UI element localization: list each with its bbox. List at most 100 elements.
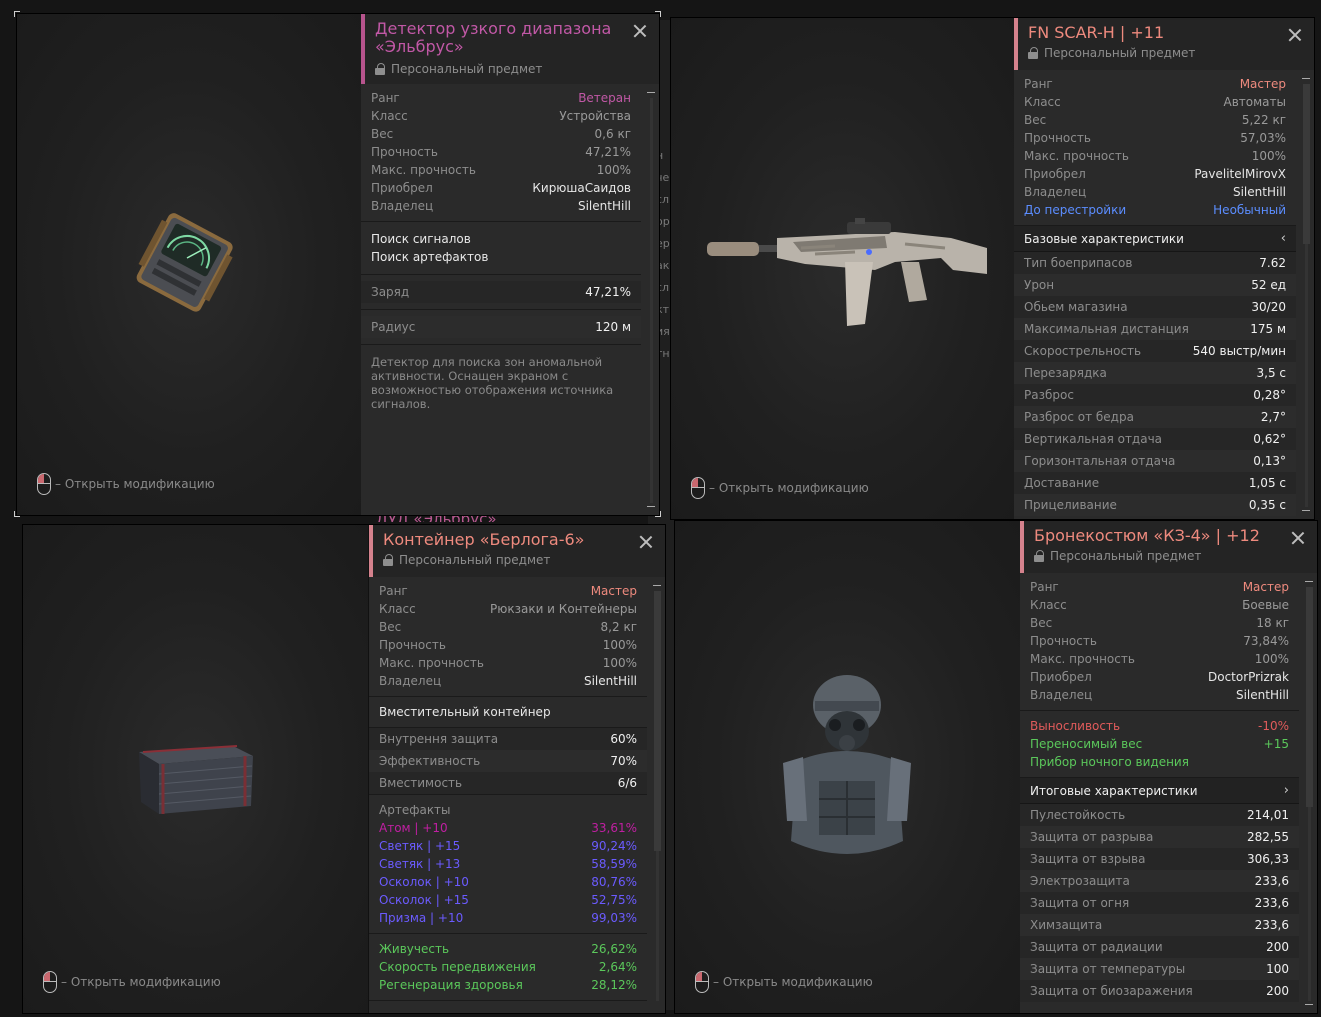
row-value: 18 кг <box>1256 616 1289 630</box>
personal-item-label: Персональный предмет <box>383 553 635 567</box>
info-row: Вес 0,6 кг <box>371 125 631 143</box>
info-row: Макс. прочность 100% <box>379 654 637 672</box>
info-row: Прочность 57,03% <box>1024 129 1286 147</box>
row-value: Автоматы <box>1223 95 1286 109</box>
row-label: Разброс <box>1024 388 1074 402</box>
item-info-scroll[interactable]: Ранг Мастер Класс Автоматы Вес 5,22 кг Прочнос… <box>1014 70 1296 519</box>
row-value: 52,75% <box>591 893 637 907</box>
item-info-panel: Контейнер «Берлога-6» Персональный предм… <box>369 525 665 1013</box>
stat-row: Максимальная дистанция 175 м <box>1014 318 1296 340</box>
item-title: FN SCAR-H | +11 <box>1028 23 1165 42</box>
scrollbar[interactable] <box>1305 577 1313 1009</box>
row-value: 1,05 с <box>1248 476 1286 490</box>
stat-row: Перезарядка 3,5 с <box>1014 362 1296 384</box>
stat-row: Внутрення защита 60% <box>369 728 647 750</box>
row-label: Скорострельность <box>1024 344 1142 358</box>
row-value: Мастер <box>1242 580 1289 594</box>
open-modification-hint[interactable]: – Открыть модификацию <box>37 473 215 495</box>
base-stats-list: Тип боеприпасов 7.62 Урон 52 ед Обьем магази… <box>1014 252 1296 516</box>
row-label: Осколок | +10 <box>379 875 469 889</box>
item-info-scroll[interactable]: Ранг Мастер Класс Рюкзаки и Контейнеры Вес 8,… <box>369 577 647 1013</box>
info-row: Вес 18 кг <box>1030 614 1289 632</box>
row-label: Переносимый вес <box>1030 737 1143 751</box>
lock-icon <box>375 63 385 75</box>
row-label: Макс. прочность <box>371 163 476 177</box>
selection-corner <box>14 11 20 17</box>
row-value: 0,62° <box>1253 432 1286 446</box>
row-value: 80,76% <box>591 875 637 889</box>
artifacts-title: Артефакты <box>379 803 451 817</box>
info-row: Приобрел КирюшаСаидов <box>371 179 631 197</box>
row-label: Эффективность <box>379 754 481 768</box>
row-value: 100% <box>1254 652 1289 666</box>
scroll-thumb[interactable] <box>1303 84 1310 244</box>
open-modification-hint[interactable]: – Открыть модификацию <box>691 477 869 499</box>
scroll-cap-top <box>647 92 655 93</box>
row-label: Атом | +10 <box>379 821 448 835</box>
row-label: Вертикальная отдача <box>1024 432 1163 446</box>
base-stats-toggle[interactable]: Базовые характеристики ‹ <box>1014 226 1296 252</box>
item-card-container: – Открыть модификацию Контейнер «Берлога… <box>22 524 666 1014</box>
row-value: 100% <box>602 656 637 670</box>
artifact-row: Светяк | +13 58,59% <box>379 855 637 873</box>
row-label: Вес <box>379 620 402 634</box>
scrollbar[interactable] <box>653 581 661 1009</box>
lock-icon <box>1034 550 1044 562</box>
scroll-cap-top <box>1302 78 1310 79</box>
scroll-cap-bottom <box>1305 1004 1313 1005</box>
row-value: 6/6 <box>617 776 637 790</box>
open-modification-hint[interactable]: – Открыть модификацию <box>695 971 873 993</box>
artifact-row: Осколок | +10 80,76% <box>379 873 637 891</box>
row-value: КирюшаСаидов <box>532 181 631 195</box>
item-info-scroll[interactable]: Ранг Ветеран Класс Устройства Вес 0,6 кг Прочн… <box>361 84 641 515</box>
item-header: Контейнер «Берлога-6» Персональный предм… <box>369 525 665 577</box>
scrollbar[interactable] <box>647 88 655 511</box>
artifact-row: Призма | +10 99,03% <box>379 909 637 927</box>
stat-row: Защита от биозаражения 200 <box>1020 980 1299 1002</box>
scrollbar[interactable] <box>1302 74 1310 515</box>
info-section: Ранг Мастер Класс Автоматы Вес 5,22 кг Прочнос… <box>1014 70 1296 226</box>
row-label: Приобрел <box>1024 167 1086 181</box>
row-label: Класс <box>1030 598 1067 612</box>
final-stats-toggle[interactable]: Итоговые характеристики › <box>1020 778 1299 804</box>
stat-row: Защита от радиации 200 <box>1020 936 1299 958</box>
row-label: Защита от разрыва <box>1030 830 1154 844</box>
stat-row: Обьем магазина 30/20 <box>1014 296 1296 318</box>
container-box-icon <box>139 745 253 814</box>
item-info-panel: Бронекостюм «КЗ-4» | +12 Персональный пр… <box>1020 521 1317 1013</box>
row-value: 58,59% <box>591 857 637 871</box>
stat-row: Разброс 0,28° <box>1014 384 1296 406</box>
row-value: 233,6 <box>1254 896 1289 910</box>
close-button[interactable] <box>1288 28 1302 42</box>
lock-icon <box>1028 47 1038 59</box>
row-value: +15 <box>1263 737 1289 751</box>
item-info-scroll[interactable]: Ранг Мастер Класс Боевые Вес 18 кг Прочность 73… <box>1020 573 1299 1013</box>
stat-row: Вертикальная отдача 0,62° <box>1014 428 1296 450</box>
row-label: Обьем магазина <box>1024 300 1128 314</box>
info-row: Класс Рюкзаки и Контейнеры <box>379 600 637 618</box>
row-label: Класс <box>379 602 416 616</box>
stat-row: Горизонтальная отдача 0,13° <box>1014 450 1296 472</box>
subtitle-text: Персональный предмет <box>1050 549 1202 563</box>
close-button[interactable] <box>1291 531 1305 545</box>
armor-suit-icon <box>783 675 911 854</box>
stat-row: Доставание 1,05 с <box>1014 472 1296 494</box>
row-label: Химзащита <box>1030 918 1103 932</box>
row-value: 100 <box>1266 962 1289 976</box>
info-row: Прочность 73,84% <box>1030 632 1289 650</box>
row-value: 33,61% <box>591 821 637 835</box>
info-row: Макс. прочность 100% <box>1024 147 1286 165</box>
info-row: Прочность 47,21% <box>371 143 631 161</box>
row-value: 233,6 <box>1254 918 1289 932</box>
stat-row: Скорострельность 540 выстр/мин <box>1014 340 1296 362</box>
row-value: PavelitelMirovX <box>1194 167 1286 181</box>
row-value: 30/20 <box>1251 300 1286 314</box>
scroll-thumb[interactable] <box>1306 587 1313 807</box>
close-button[interactable] <box>639 535 653 549</box>
features-section: Поиск сигналов Поиск артефактов <box>361 222 641 275</box>
stat-row-radius: Радиус 120 м <box>361 316 641 338</box>
scroll-thumb[interactable] <box>654 591 661 851</box>
open-modification-hint[interactable]: – Открыть модификацию <box>43 971 221 993</box>
close-button[interactable] <box>633 24 647 38</box>
stat-row: Защита от разрыва 282,55 <box>1020 826 1299 848</box>
